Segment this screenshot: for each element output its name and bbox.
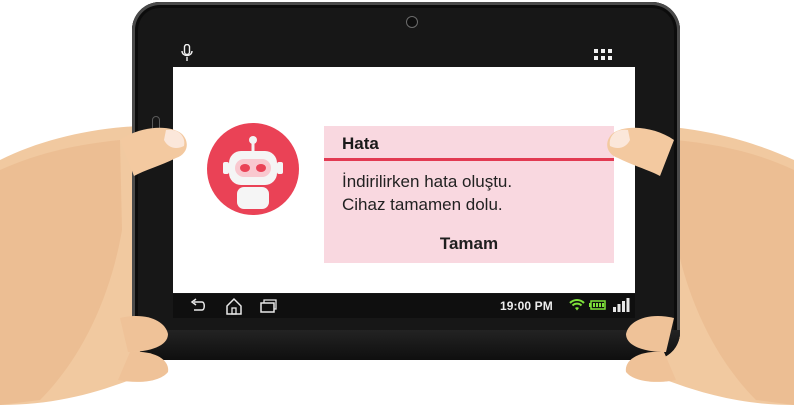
dialog-title: Hata (342, 134, 379, 153)
microphone-icon[interactable] (181, 44, 193, 62)
error-dialog: Hata İndirilirken hata oluştu. Cihaz tam… (324, 126, 614, 263)
robot-icon (223, 136, 283, 209)
recent-apps-icon[interactable] (258, 297, 278, 315)
dialog-message: İndirilirken hata oluştu. Cihaz tamamen … (342, 170, 607, 216)
side-button (152, 116, 160, 154)
battery-icon (589, 300, 606, 310)
front-camera (406, 16, 418, 28)
ok-button[interactable]: Tamam (324, 232, 614, 256)
apps-grid-icon[interactable] (594, 49, 612, 61)
status-clock: 19:00 PM (500, 299, 553, 313)
dialog-message-line: İndirilirken hata oluştu. (342, 172, 513, 191)
back-icon[interactable] (188, 297, 208, 315)
dialog-divider (324, 158, 614, 161)
home-icon[interactable] (224, 297, 244, 315)
signal-icon (613, 298, 630, 312)
tablet-bezel-bottom (132, 330, 680, 360)
wifi-icon (569, 299, 585, 311)
tablet-screen: Hata İndirilirken hata oluştu. Cihaz tam… (173, 67, 635, 293)
navigation-bar: 19:00 PM (173, 294, 635, 318)
dialog-message-line: Cihaz tamamen dolu. (342, 195, 503, 214)
robot-avatar (207, 123, 299, 215)
